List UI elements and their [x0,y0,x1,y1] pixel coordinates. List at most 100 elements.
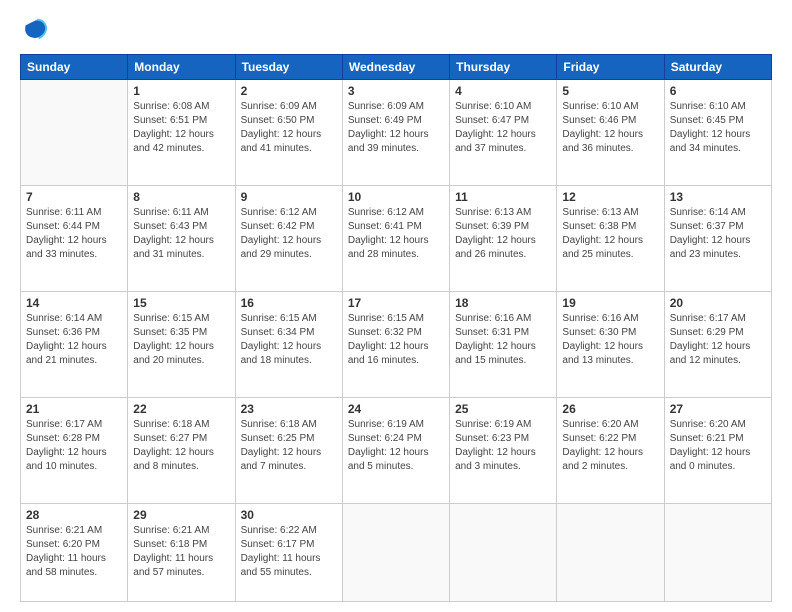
day-number: 10 [348,190,444,204]
calendar-cell: 14 Sunrise: 6:14 AM Sunset: 6:36 PM Dayli… [21,292,128,398]
page: SundayMondayTuesdayWednesdayThursdayFrid… [0,0,792,612]
day-number: 7 [26,190,122,204]
day-info: Sunrise: 6:08 AM Sunset: 6:51 PM Dayligh… [133,100,229,156]
day-number: 28 [26,508,122,522]
calendar-cell: 2Sunrise: 6:09 AM Sunset: 6:50 PM Daylig… [235,80,342,186]
day-number: 21 [26,402,122,416]
calendar-cell [557,504,664,602]
day-number: 1 [133,84,229,98]
calendar-cell: 3 Sunrise: 6:09 AM Sunset: 6:49 PM Daylig… [342,80,449,186]
weekday-header: Friday [557,55,664,80]
calendar-cell [450,504,557,602]
calendar-cell: 1 Sunrise: 6:08 AM Sunset: 6:51 PM Daylig… [128,80,235,186]
day-info: Sunrise: 6:21 AM Sunset: 6:20 PM Dayligh… [26,524,122,580]
day-number: 23 [241,402,337,416]
day-info: Sunrise: 6:10 AM Sunset: 6:46 PM Dayligh… [562,100,658,156]
calendar-cell: 28 Sunrise: 6:21 AM Sunset: 6:20 PM Dayli… [21,504,128,602]
day-number: 18 [455,296,551,310]
calendar-cell: 9 Sunrise: 6:12 AM Sunset: 6:42 PM Daylig… [235,186,342,292]
weekday-header: Sunday [21,55,128,80]
day-number: 22 [133,402,229,416]
calendar-cell: 16 Sunrise: 6:15 AM Sunset: 6:34 PM Dayli… [235,292,342,398]
day-number: 13 [670,190,766,204]
day-number: 11 [455,190,551,204]
logo [20,16,52,44]
calendar-week-row: 14 Sunrise: 6:14 AM Sunset: 6:36 PM Dayli… [21,292,772,398]
calendar-cell: 21Sunrise: 6:17 AM Sunset: 6:28 PM Dayli… [21,398,128,504]
calendar-cell: 25 Sunrise: 6:19 AM Sunset: 6:23 PM Dayli… [450,398,557,504]
weekday-header: Saturday [664,55,771,80]
calendar-week-row: 1 Sunrise: 6:08 AM Sunset: 6:51 PM Daylig… [21,80,772,186]
day-info: Sunrise: 6:19 AM Sunset: 6:23 PM Dayligh… [455,418,551,474]
day-info: Sunrise: 6:19 AM Sunset: 6:24 PM Dayligh… [348,418,444,474]
day-number: 27 [670,402,766,416]
calendar-cell: 13Sunrise: 6:14 AM Sunset: 6:37 PM Dayli… [664,186,771,292]
calendar-cell [21,80,128,186]
day-info: Sunrise: 6:12 AM Sunset: 6:42 PM Dayligh… [241,206,337,262]
calendar-cell: 19Sunrise: 6:16 AM Sunset: 6:30 PM Dayli… [557,292,664,398]
calendar-week-row: 7 Sunrise: 6:11 AM Sunset: 6:44 PM Daylig… [21,186,772,292]
day-number: 15 [133,296,229,310]
day-number: 9 [241,190,337,204]
calendar-cell: 30 Sunrise: 6:22 AM Sunset: 6:17 PM Dayli… [235,504,342,602]
day-info: Sunrise: 6:18 AM Sunset: 6:27 PM Dayligh… [133,418,229,474]
day-number: 29 [133,508,229,522]
day-number: 14 [26,296,122,310]
weekday-header: Monday [128,55,235,80]
day-info: Sunrise: 6:20 AM Sunset: 6:22 PM Dayligh… [562,418,658,474]
calendar-cell [664,504,771,602]
calendar-cell: 23 Sunrise: 6:18 AM Sunset: 6:25 PM Dayli… [235,398,342,504]
calendar-cell: 17 Sunrise: 6:15 AM Sunset: 6:32 PM Dayli… [342,292,449,398]
calendar-cell: 15 Sunrise: 6:15 AM Sunset: 6:35 PM Dayli… [128,292,235,398]
calendar-cell [342,504,449,602]
day-info: Sunrise: 6:09 AM Sunset: 6:49 PM Dayligh… [348,100,444,156]
day-info: Sunrise: 6:18 AM Sunset: 6:25 PM Dayligh… [241,418,337,474]
day-number: 30 [241,508,337,522]
day-info: Sunrise: 6:20 AM Sunset: 6:21 PM Dayligh… [670,418,766,474]
day-info: Sunrise: 6:15 AM Sunset: 6:32 PM Dayligh… [348,312,444,368]
calendar-cell: 7 Sunrise: 6:11 AM Sunset: 6:44 PM Daylig… [21,186,128,292]
calendar-cell: 12 Sunrise: 6:13 AM Sunset: 6:38 PM Dayli… [557,186,664,292]
day-info: Sunrise: 6:10 AM Sunset: 6:45 PM Dayligh… [670,100,766,156]
day-number: 4 [455,84,551,98]
day-number: 25 [455,402,551,416]
calendar-week-row: 28 Sunrise: 6:21 AM Sunset: 6:20 PM Dayli… [21,504,772,602]
day-info: Sunrise: 6:11 AM Sunset: 6:44 PM Dayligh… [26,206,122,262]
weekday-header: Thursday [450,55,557,80]
day-info: Sunrise: 6:14 AM Sunset: 6:36 PM Dayligh… [26,312,122,368]
day-info: Sunrise: 6:22 AM Sunset: 6:17 PM Dayligh… [241,524,337,580]
day-number: 24 [348,402,444,416]
calendar-cell: 18 Sunrise: 6:16 AM Sunset: 6:31 PM Dayli… [450,292,557,398]
day-number: 12 [562,190,658,204]
day-info: Sunrise: 6:21 AM Sunset: 6:18 PM Dayligh… [133,524,229,580]
weekday-header: Tuesday [235,55,342,80]
calendar-week-row: 21Sunrise: 6:17 AM Sunset: 6:28 PM Dayli… [21,398,772,504]
day-number: 20 [670,296,766,310]
day-number: 19 [562,296,658,310]
calendar-table: SundayMondayTuesdayWednesdayThursdayFrid… [20,54,772,602]
day-info: Sunrise: 6:15 AM Sunset: 6:35 PM Dayligh… [133,312,229,368]
day-number: 8 [133,190,229,204]
calendar-cell: 24 Sunrise: 6:19 AM Sunset: 6:24 PM Dayli… [342,398,449,504]
calendar-cell: 8 Sunrise: 6:11 AM Sunset: 6:43 PM Daylig… [128,186,235,292]
day-number: 16 [241,296,337,310]
day-info: Sunrise: 6:15 AM Sunset: 6:34 PM Dayligh… [241,312,337,368]
calendar-cell: 4 Sunrise: 6:10 AM Sunset: 6:47 PM Daylig… [450,80,557,186]
calendar-cell: 11 Sunrise: 6:13 AM Sunset: 6:39 PM Dayli… [450,186,557,292]
calendar-cell: 5Sunrise: 6:10 AM Sunset: 6:46 PM Daylig… [557,80,664,186]
day-info: Sunrise: 6:17 AM Sunset: 6:29 PM Dayligh… [670,312,766,368]
day-number: 3 [348,84,444,98]
day-info: Sunrise: 6:09 AM Sunset: 6:50 PM Dayligh… [241,100,337,156]
day-number: 6 [670,84,766,98]
calendar-cell: 22 Sunrise: 6:18 AM Sunset: 6:27 PM Dayli… [128,398,235,504]
day-number: 17 [348,296,444,310]
day-info: Sunrise: 6:11 AM Sunset: 6:43 PM Dayligh… [133,206,229,262]
day-info: Sunrise: 6:12 AM Sunset: 6:41 PM Dayligh… [348,206,444,262]
day-info: Sunrise: 6:13 AM Sunset: 6:39 PM Dayligh… [455,206,551,262]
calendar-cell: 27 Sunrise: 6:20 AM Sunset: 6:21 PM Dayli… [664,398,771,504]
day-info: Sunrise: 6:16 AM Sunset: 6:31 PM Dayligh… [455,312,551,368]
day-number: 26 [562,402,658,416]
day-info: Sunrise: 6:13 AM Sunset: 6:38 PM Dayligh… [562,206,658,262]
day-info: Sunrise: 6:10 AM Sunset: 6:47 PM Dayligh… [455,100,551,156]
calendar-cell: 6 Sunrise: 6:10 AM Sunset: 6:45 PM Daylig… [664,80,771,186]
